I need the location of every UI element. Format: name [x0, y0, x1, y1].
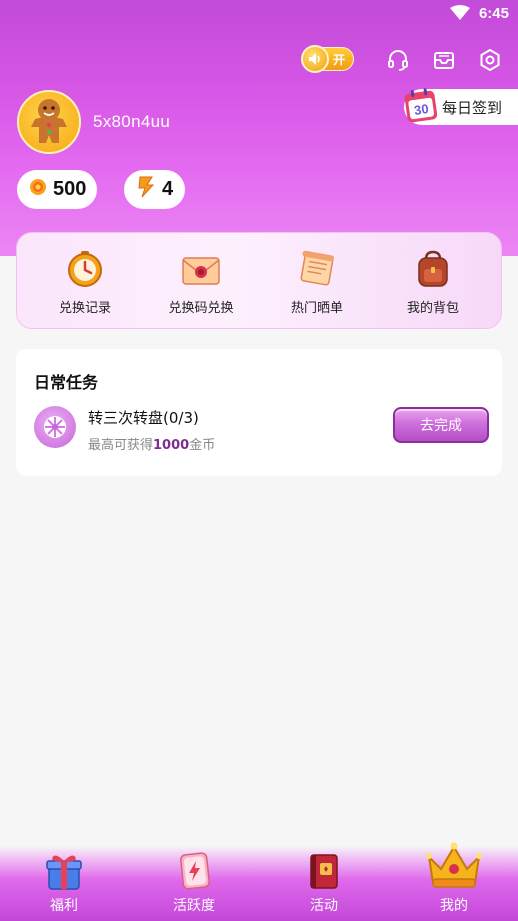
daily-tasks-card: 日常任务 转三次转盘(0/3) 最高可获得1000金币 去完成 — [16, 349, 502, 476]
bottom-nav: 福利 活跃度 活动 我的 — [0, 842, 518, 921]
speaker-icon — [301, 45, 329, 73]
mailbox-icon[interactable] — [432, 48, 456, 72]
feature-card: 兑换记录 兑换码兑换 热门晒单 我的背包 — [16, 232, 502, 329]
settings-icon[interactable] — [478, 48, 502, 72]
profile-screen: 6:45 开 5x80n4uu 30 每日签到 500 4 兑换记录 兑换码兑换… — [0, 0, 518, 921]
envelope-icon — [182, 257, 220, 285]
username: 5x80n4uu — [93, 112, 171, 131]
task-reward-prefix: 最高可获得 — [88, 438, 154, 453]
nav-welfare[interactable]: 福利 — [9, 846, 119, 921]
status-bar: 6:45 — [0, 0, 518, 28]
daily-checkin-button[interactable]: 30 每日签到 — [404, 87, 518, 125]
task-reward-suffix: 金币 — [189, 438, 216, 453]
nav-label: 我的 — [440, 898, 468, 914]
task-name: 转三次转盘(0/3) — [88, 409, 199, 427]
sound-toggle-label: 开 — [332, 52, 345, 67]
card-icon — [180, 852, 210, 890]
feature-label: 兑换码兑换 — [168, 301, 234, 316]
headset-icon[interactable] — [386, 48, 410, 72]
feature-my-backpack[interactable]: 我的背包 — [378, 249, 488, 316]
nav-events[interactable]: 活动 — [269, 846, 379, 921]
coin-icon — [29, 178, 47, 202]
daily-checkin-label: 每日签到 — [442, 98, 503, 117]
daily-tasks-title: 日常任务 — [34, 373, 99, 392]
gift-icon — [46, 855, 82, 890]
nav-label: 活跃度 — [173, 898, 215, 914]
sound-toggle[interactable]: 开 — [301, 45, 354, 73]
book-icon — [310, 854, 338, 889]
status-clock: 6:45 — [478, 5, 509, 22]
crown-icon — [426, 842, 482, 888]
feature-label: 兑换记录 — [58, 301, 111, 316]
wheel-icon — [34, 406, 76, 448]
scroll-icon — [300, 250, 335, 286]
lightning-icon — [136, 176, 156, 204]
feature-hot-showcase[interactable]: 热门晒单 — [262, 249, 372, 316]
avatar[interactable] — [17, 90, 81, 154]
energy-balance[interactable]: 4 — [124, 170, 185, 209]
feature-exchange-records[interactable]: 兑换记录 — [30, 249, 140, 316]
nav-mine[interactable]: 我的 — [399, 842, 509, 921]
energy-count: 4 — [162, 178, 174, 200]
nav-label: 福利 — [50, 898, 78, 914]
coin-balance[interactable]: 500 — [17, 170, 97, 209]
gingerbread-avatar-icon — [31, 99, 67, 143]
svg-text:30: 30 — [413, 101, 429, 118]
task-reward: 最高可获得1000金币 — [88, 434, 215, 453]
clock-icon — [68, 251, 102, 287]
feature-redeem-code[interactable]: 兑换码兑换 — [146, 249, 256, 316]
nav-activity[interactable]: 活跃度 — [139, 846, 249, 921]
coin-count: 500 — [53, 178, 87, 200]
feature-label: 我的背包 — [406, 301, 459, 316]
task-complete-button[interactable]: 去完成 — [393, 407, 489, 443]
backpack-icon — [418, 250, 448, 287]
calendar-icon: 30 — [404, 87, 438, 123]
wifi-icon — [450, 5, 470, 25]
nav-label: 活动 — [310, 898, 338, 914]
task-reward-amount: 1000 — [153, 438, 190, 453]
feature-label: 热门晒单 — [290, 301, 343, 316]
